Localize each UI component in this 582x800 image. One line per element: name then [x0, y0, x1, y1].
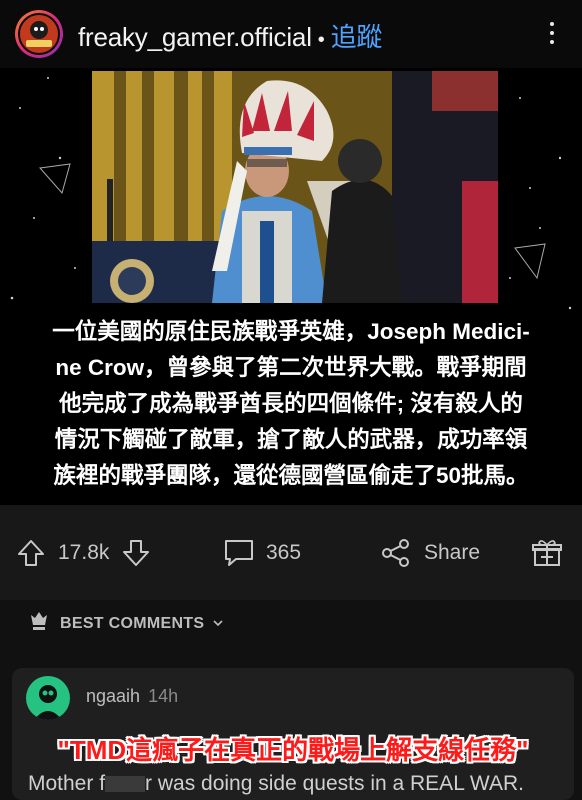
caption-line: 族裡的戰爭團隊，還從德國營區偷走了50批馬。 — [53, 463, 529, 488]
best-comments-sort[interactable]: BEST COMMENTS — [28, 610, 224, 637]
comment-text-start: Mother f — [28, 772, 106, 795]
overlay-caption: "TMD這瘋子在真正的戰場上解支線任務" — [57, 735, 529, 765]
username-link[interactable]: freaky_gamer.official — [78, 22, 312, 52]
comment-count: 365 — [266, 541, 302, 564]
comment-body: Mother f r was doing side quests in a REA… — [28, 772, 524, 796]
event-photo — [92, 71, 498, 303]
upvote-group: 17.8k — [16, 537, 151, 569]
post-header: freaky_gamer.official • 追蹤 — [0, 0, 582, 68]
best-comments-label: BEST COMMENTS — [60, 614, 205, 632]
upvote-icon[interactable] — [16, 538, 46, 568]
comment-avatar[interactable] — [26, 676, 70, 720]
follow-button[interactable]: 追蹤 — [331, 22, 383, 52]
caption-line: 情況下觸碰了敵軍，搶了敵人的武器，成功率領 — [54, 427, 528, 452]
caption-line: 他完成了成為戰爭酋長的四個條件; 沒有殺人的 — [59, 391, 523, 416]
comment-text-end: r was doing side quests in a REAL WAR. — [145, 772, 524, 795]
share-icon[interactable] — [380, 537, 412, 569]
share-label: Share — [424, 541, 481, 564]
gift-icon[interactable] — [531, 537, 563, 569]
post-caption: 一位美國的原住民族戰爭英雄，Joseph Medici- ne Crow，曾參與… — [0, 314, 582, 494]
comments-group[interactable]: 365 — [222, 537, 301, 569]
post-image: 一位美國的原住民族戰爭英雄，Joseph Medici- ne Crow，曾參與… — [0, 68, 582, 505]
comment-time: 14h — [148, 686, 179, 706]
account-name-row: freaky_gamer.official • 追蹤 — [78, 17, 382, 54]
profile-avatar[interactable] — [15, 10, 63, 58]
comment-card: ngaaih 14h "TMD這瘋子在真正的戰場上解支線任務" Mother f r… — [12, 668, 574, 800]
share-group[interactable]: Share — [380, 537, 480, 569]
comment-username[interactable]: ngaaih — [86, 686, 140, 706]
caption-line: ne Crow，曾參與了第二次世界大戰。戰爭期間 — [55, 355, 527, 380]
trophy-icon — [28, 610, 50, 637]
downvote-icon[interactable] — [121, 538, 151, 568]
upvote-count: 17.8k — [58, 541, 110, 564]
comment-icon[interactable] — [222, 537, 256, 569]
comment-meta: ngaaih 14h — [86, 686, 178, 707]
censor-bar — [105, 776, 146, 793]
avatar-image — [18, 13, 60, 55]
chevron-down-icon — [212, 615, 224, 633]
action-bar: 17.8k 365 Share — [0, 505, 582, 600]
separator-dot: • — [317, 29, 325, 51]
caption-line: 一位美國的原住民族戰爭英雄，Joseph Medici- — [52, 319, 530, 344]
more-options-icon[interactable] — [548, 22, 556, 48]
